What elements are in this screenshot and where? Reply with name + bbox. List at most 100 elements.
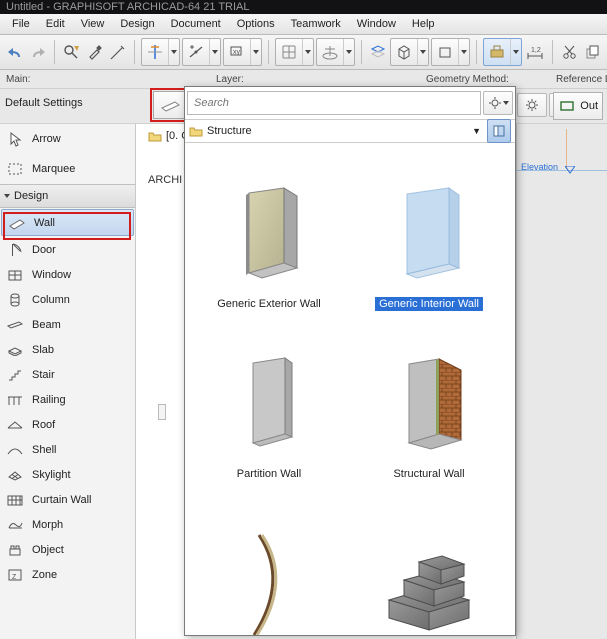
trace-button[interactable] <box>367 38 388 66</box>
outline-icon <box>558 99 576 113</box>
door-tool[interactable]: Door <box>0 237 135 262</box>
cut-button[interactable] <box>559 38 580 66</box>
object-tool[interactable]: Object <box>0 537 135 562</box>
object-label: Object <box>32 544 64 556</box>
menu-file[interactable]: File <box>4 16 38 32</box>
chevron-down-icon <box>4 194 10 198</box>
elevation-marker-icon <box>565 166 575 174</box>
menu-window[interactable]: Window <box>349 16 404 32</box>
menu-document[interactable]: Document <box>163 16 229 32</box>
search-input[interactable] <box>187 91 481 115</box>
grid-dropdown[interactable] <box>275 38 314 66</box>
guideline-dropdown[interactable] <box>141 38 180 66</box>
column-icon <box>6 292 24 308</box>
redo-button[interactable] <box>27 38 48 66</box>
menu-teamwork[interactable]: Teamwork <box>283 16 349 32</box>
roof-label: Roof <box>32 419 55 431</box>
copy-button[interactable] <box>582 38 603 66</box>
door-icon <box>6 242 24 258</box>
zone-tool[interactable]: Z Zone <box>0 562 135 587</box>
gear-button[interactable] <box>517 93 547 117</box>
project-dropdown[interactable] <box>316 38 355 66</box>
stair-label: Stair <box>32 369 55 381</box>
railing-label: Railing <box>32 394 66 406</box>
roof-tool[interactable]: Roof <box>0 412 135 437</box>
arrow-tool[interactable]: Arrow <box>0 124 135 154</box>
popup-breadcrumb[interactable]: Structure ▼ <box>185 120 515 143</box>
drawer-handle[interactable] <box>158 404 166 420</box>
syringe-button[interactable] <box>107 38 128 66</box>
menu-edit[interactable]: Edit <box>38 16 73 32</box>
popup-search-row <box>185 87 515 120</box>
marquee-label: Marquee <box>32 163 75 175</box>
morph-icon <box>6 518 24 532</box>
menu-design[interactable]: Design <box>112 16 162 32</box>
eyedropper-button[interactable] <box>84 38 105 66</box>
outline-label: Out <box>580 100 598 112</box>
thumb-generic-exterior-wall[interactable]: Generic Exterior Wall <box>189 147 349 317</box>
skylight-icon <box>6 468 24 482</box>
cube-dropdown[interactable] <box>390 38 429 66</box>
stair-tool[interactable]: Stair <box>0 362 135 387</box>
thumb-label: Generic Exterior Wall <box>213 297 325 311</box>
design-group-header[interactable]: Design <box>0 184 135 208</box>
outline-button[interactable]: Out <box>553 92 603 120</box>
arrow-icon <box>6 131 24 147</box>
measure-button[interactable]: 1,2 <box>524 38 546 66</box>
svg-text:xy: xy <box>233 49 241 56</box>
design-group-label: Design <box>14 190 48 202</box>
wall-favorites-popup: Structure ▼ Generic Exterior Wall Generi… <box>184 86 516 636</box>
marquee-icon <box>6 162 24 176</box>
thumb-block-wall[interactable] <box>349 487 509 635</box>
shell-tool[interactable]: Shell <box>0 437 135 462</box>
folder-icon <box>148 130 162 142</box>
window-tool[interactable]: Window <box>0 262 135 287</box>
wall-tool[interactable]: Wall <box>1 209 134 236</box>
roof-icon <box>6 419 24 431</box>
wall-thumb-icon <box>153 91 188 119</box>
thumb-generic-interior-wall[interactable]: Generic Interior Wall <box>349 147 509 317</box>
geometry-label: Geometry Method: <box>426 74 556 85</box>
morph-tool[interactable]: Morph <box>0 512 135 537</box>
popup-gear-button[interactable] <box>483 91 513 115</box>
railing-tool[interactable]: Railing <box>0 387 135 412</box>
morph-label: Morph <box>32 519 63 531</box>
window-titlebar: Untitled - GRAPHISOFT ARCHICAD-64 21 TRI… <box>0 0 607 14</box>
menu-options[interactable]: Options <box>229 16 283 32</box>
window-label: Window <box>32 269 71 281</box>
beam-icon <box>6 319 24 331</box>
thumb-partition-wall[interactable]: Partition Wall <box>189 317 349 487</box>
curtain-wall-tool[interactable]: Curtain Wall <box>0 487 135 512</box>
door-label: Door <box>32 244 56 256</box>
slab-icon <box>6 344 24 356</box>
thumb-curved-wall[interactable] <box>189 487 349 635</box>
pick-tool-button[interactable] <box>61 38 82 66</box>
menu-help[interactable]: Help <box>404 16 443 32</box>
marquee-tool[interactable]: Marquee <box>0 154 135 184</box>
column-tool[interactable]: Column <box>0 287 135 312</box>
undo-button[interactable] <box>4 38 25 66</box>
menu-view[interactable]: View <box>73 16 113 32</box>
renovation-dropdown[interactable] <box>483 38 522 66</box>
reference-label: Reference L <box>556 74 607 85</box>
beam-label: Beam <box>32 319 61 331</box>
wall-label: Wall <box>34 217 55 229</box>
slab-tool[interactable]: Slab <box>0 337 135 362</box>
box-dropdown[interactable] <box>431 38 470 66</box>
tree-toggle-button[interactable] <box>487 119 511 143</box>
default-settings-label[interactable]: Default Settings <box>5 97 83 109</box>
canvas-watermark: ARCHI <box>148 174 182 186</box>
skylight-tool[interactable]: Skylight <box>0 462 135 487</box>
chevron-down-icon: ▼ <box>472 126 481 136</box>
snap-dropdown[interactable] <box>182 38 221 66</box>
thumb-structural-wall[interactable]: Structural Wall <box>349 317 509 487</box>
slab-label: Slab <box>32 344 54 356</box>
svg-text:1,2: 1,2 <box>531 47 541 54</box>
shell-icon <box>6 444 24 456</box>
beam-tool[interactable]: Beam <box>0 312 135 337</box>
coord-dropdown[interactable]: xy <box>223 38 262 66</box>
menubar: File Edit View Design Document Options T… <box>0 14 607 35</box>
railing-icon <box>6 393 24 407</box>
structure-label: Structure <box>207 125 252 137</box>
curtain-wall-label: Curtain Wall <box>32 494 92 506</box>
